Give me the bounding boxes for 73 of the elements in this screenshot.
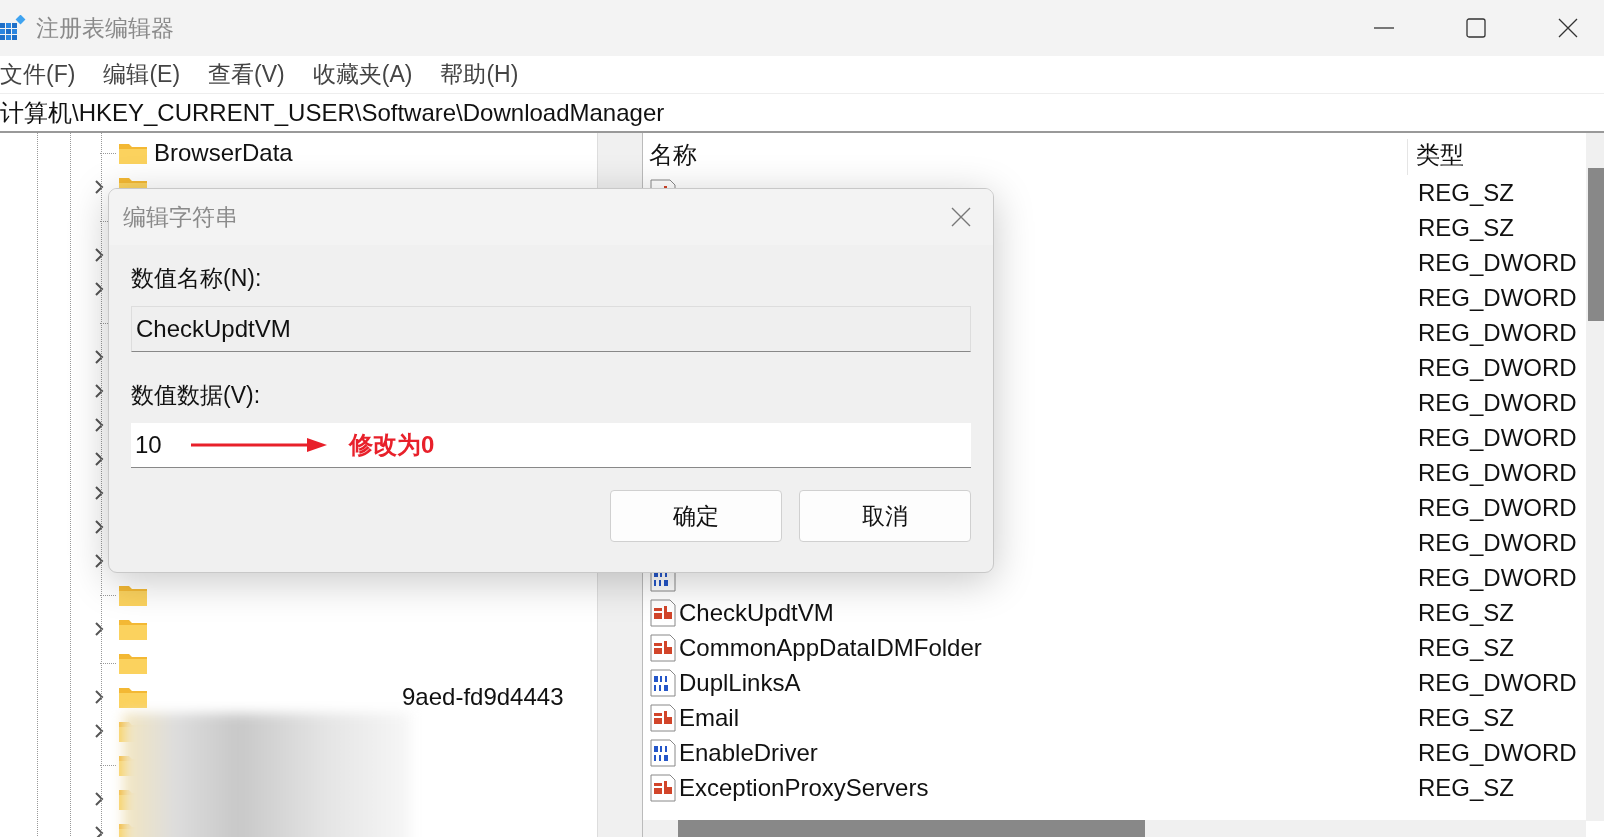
menu-item[interactable]: 帮助(H) [440,59,519,90]
chevron-right-icon[interactable] [94,485,104,501]
value-type: REG_DWORD [1417,668,1577,697]
value-type: REG_DWORD [1417,318,1577,347]
folder-icon [119,686,147,708]
menu-item[interactable]: 文件(F) [0,59,76,90]
binary-value-icon [649,668,677,697]
vertical-scrollbar[interactable] [1586,133,1604,821]
column-header[interactable]: 类型 [1407,139,1464,175]
value-name[interactable]: ExceptionProxyServers [679,773,929,802]
value-name[interactable]: EnableDriver [679,738,818,767]
value-type: REG_DWORD [1417,458,1577,487]
value-type: REG_DWORD [1417,528,1577,557]
menu-item[interactable]: 收藏夹(A) [312,59,413,90]
chevron-right-icon[interactable] [94,281,104,297]
maximize-icon[interactable] [1466,18,1486,38]
chevron-right-icon[interactable] [94,451,104,467]
value-data-field[interactable]: 10 [135,431,191,459]
chevron-right-icon[interactable] [94,247,104,263]
value-name-field[interactable]: CheckUpdtVM [131,306,971,352]
menu-item[interactable]: 查看(V) [208,59,285,90]
horizontal-scrollbar[interactable] [643,820,1586,837]
value-type: REG_SZ [1417,773,1515,802]
string-value-icon [649,773,677,802]
folder-icon [119,618,147,640]
tree-item[interactable]: 9aed-fd9d4443 [402,683,564,711]
folder-icon [119,142,147,164]
value-name[interactable]: CheckUpdtVM [679,598,834,627]
chevron-right-icon[interactable] [94,689,104,705]
window-title: 注册表编辑器 [36,13,174,43]
binary-value-icon [649,738,677,767]
close-icon[interactable] [1558,18,1578,38]
value-type: REG_DWORD [1417,493,1577,522]
dialog-title: 编辑字符串 [123,202,238,232]
value-type: REG_SZ [1417,178,1515,207]
chevron-right-icon[interactable] [94,179,104,195]
value-type: REG_SZ [1417,633,1515,662]
value-type: REG_DWORD [1417,248,1577,277]
value-type: REG_DWORD [1417,283,1577,312]
value-type: REG_DWORD [1417,388,1577,417]
column-header[interactable]: 名称 [643,139,1407,175]
value-type: REG_DWORD [1417,738,1577,767]
value-name[interactable]: Email [679,703,739,732]
chevron-right-icon[interactable] [94,519,104,535]
string-value-icon [649,633,677,662]
folder-icon [119,652,147,674]
chevron-right-icon[interactable] [94,791,104,807]
menu-item[interactable]: 编辑(E) [103,59,181,90]
chevron-right-icon[interactable] [94,417,104,433]
chevron-right-icon[interactable] [94,825,104,837]
folder-icon [119,584,147,606]
value-type: REG_SZ [1417,598,1515,627]
string-value-icon [649,598,677,627]
value-type: REG_DWORD [1417,353,1577,382]
dialog-button[interactable]: 取消 [799,490,971,542]
value-type: REG_DWORD [1417,563,1577,592]
tree-item[interactable]: BrowserData [154,139,293,167]
registry-app-icon [0,15,26,41]
dialog-button[interactable]: 确定 [610,490,782,542]
value-type: REG_SZ [1417,213,1515,242]
chevron-right-icon[interactable] [94,349,104,365]
field-label: 数值名称(N): [131,264,263,293]
value-type: REG_SZ [1417,703,1515,732]
chevron-right-icon[interactable] [94,553,104,569]
field-label: 数值数据(V): [131,381,262,410]
chevron-right-icon[interactable] [94,723,104,739]
value-name[interactable]: DuplLinksA [679,668,801,697]
annotation-text: 修改为0 [349,430,435,460]
value-name[interactable]: CommonAppDataIDMFolder [679,633,982,662]
chevron-right-icon[interactable] [94,383,104,399]
chevron-right-icon[interactable] [94,621,104,637]
value-type: REG_DWORD [1417,423,1577,452]
string-value-icon [649,703,677,732]
